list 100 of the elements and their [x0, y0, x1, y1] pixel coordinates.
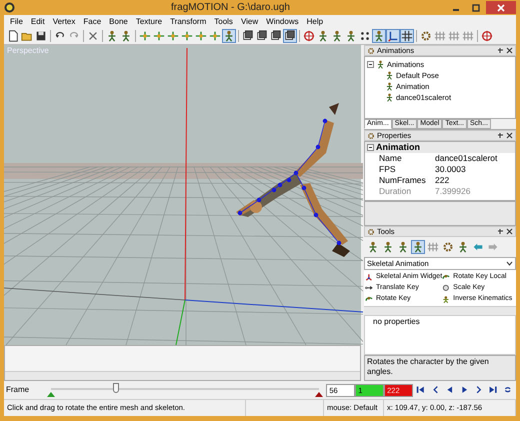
toolbar-button[interactable] — [255, 29, 269, 43]
toolbar-button[interactable] — [6, 29, 20, 43]
view-icon — [256, 30, 268, 42]
tool-description: Rotates the character by the given angles. — [364, 355, 516, 381]
gear-icon — [367, 46, 375, 54]
menu-item[interactable]: Face — [79, 16, 106, 26]
figure-icon — [457, 241, 469, 253]
toolbar-button[interactable] — [480, 29, 494, 43]
window-title: fragMOTION - G:\daro.ugh — [170, 2, 291, 14]
figure-icon — [373, 30, 385, 42]
arrows-icon — [209, 30, 221, 42]
maximize-icon — [472, 4, 480, 12]
pin-icon[interactable] — [497, 47, 504, 54]
property-name: FPS — [378, 164, 397, 175]
menu-item[interactable]: Texture — [132, 16, 166, 26]
menu-item[interactable]: Vertex — [48, 16, 80, 26]
close-button[interactable] — [486, 1, 516, 14]
pin-icon[interactable] — [497, 228, 504, 235]
arrows-icon — [195, 30, 207, 42]
figure-icon — [317, 30, 329, 42]
figure-icon — [367, 241, 379, 253]
figure-icon — [382, 241, 394, 253]
bars-icon — [434, 30, 446, 42]
bars-icon — [427, 241, 439, 253]
menu-item[interactable]: View — [236, 16, 262, 26]
property-name: NumFrames — [378, 175, 427, 186]
toolbar-button[interactable] — [419, 29, 433, 43]
property-group-title: Animation — [376, 142, 420, 153]
arrows-icon — [167, 30, 179, 42]
toolbar-button[interactable] — [400, 29, 414, 43]
menu-item[interactable]: Help — [302, 16, 328, 26]
bars-icon — [448, 30, 460, 42]
figure-icon — [397, 241, 409, 253]
ik-icon — [442, 294, 452, 304]
target-icon — [303, 30, 315, 42]
menu-item[interactable]: Bone — [105, 16, 132, 26]
collapse-icon[interactable] — [367, 144, 374, 151]
gear-icon — [367, 228, 375, 236]
property-name: Duration — [378, 186, 412, 197]
grid-icon — [401, 30, 413, 42]
page-icon — [7, 30, 19, 42]
close-icon[interactable] — [506, 47, 513, 54]
frame-slider[interactable] — [47, 383, 324, 397]
horizontal-scrollbar[interactable] — [364, 306, 516, 315]
figure-icon — [385, 93, 394, 102]
toolbar-button[interactable] — [302, 29, 316, 43]
pin-icon[interactable] — [497, 132, 504, 139]
view-icon — [284, 30, 296, 42]
close-icon[interactable] — [506, 132, 513, 139]
folder-icon — [21, 30, 33, 42]
view-icon — [242, 30, 254, 42]
scale-icon — [442, 284, 452, 292]
arrows-icon — [181, 30, 193, 42]
close-icon[interactable] — [506, 228, 513, 235]
tool-button[interactable] — [441, 240, 455, 254]
close-icon — [497, 4, 505, 12]
arrows-icon — [153, 30, 165, 42]
property-value: 222 — [435, 175, 450, 186]
toolbar-button[interactable] — [34, 29, 48, 43]
rotate-icon — [442, 272, 452, 282]
cross-icon — [87, 30, 99, 42]
menu-item[interactable]: File — [6, 16, 27, 26]
tool-button[interactable] — [411, 240, 425, 254]
menu-item[interactable]: Tools — [210, 16, 237, 26]
toolbar-button[interactable] — [269, 29, 283, 43]
figure-icon — [106, 30, 118, 42]
properties-text: no properties — [364, 315, 516, 355]
toolbar-button[interactable] — [386, 29, 400, 43]
toolbar-button[interactable] — [241, 29, 255, 43]
figure-icon — [376, 60, 385, 69]
back-arrow-icon — [472, 241, 484, 253]
horizontal-scrollbar[interactable] — [5, 371, 360, 380]
rotate-icon — [365, 294, 374, 304]
viewport-label: Perspective — [7, 46, 49, 56]
figure-icon — [412, 241, 424, 253]
dots-icon — [359, 30, 371, 42]
axes-icon — [387, 30, 399, 42]
app-logo-icon — [4, 2, 15, 13]
figure-icon — [223, 30, 235, 42]
gear-icon — [442, 241, 454, 253]
bars-icon — [462, 30, 474, 42]
toolbar-button[interactable] — [283, 29, 297, 43]
menu-item[interactable]: Windows — [262, 16, 303, 26]
frame-label: Frame — [6, 385, 30, 395]
toolbar-button[interactable] — [358, 29, 372, 43]
figure-icon — [331, 30, 343, 42]
figure-icon — [345, 30, 357, 42]
collapse-icon[interactable] — [367, 61, 374, 68]
gear-icon — [420, 30, 432, 42]
menu-item[interactable]: Edit — [26, 16, 49, 26]
slider-thumb[interactable] — [113, 383, 120, 393]
end-marker-icon[interactable] — [315, 392, 324, 397]
last-frame-icon — [488, 384, 500, 396]
target-icon — [481, 30, 493, 42]
menu-item[interactable]: Transform — [166, 16, 210, 26]
property-value: 30.0003 — [435, 164, 466, 175]
start-marker-icon[interactable] — [47, 392, 56, 397]
view-icon — [270, 30, 282, 42]
figure-icon — [120, 30, 132, 42]
property-value: dance01scalerot — [435, 153, 498, 164]
